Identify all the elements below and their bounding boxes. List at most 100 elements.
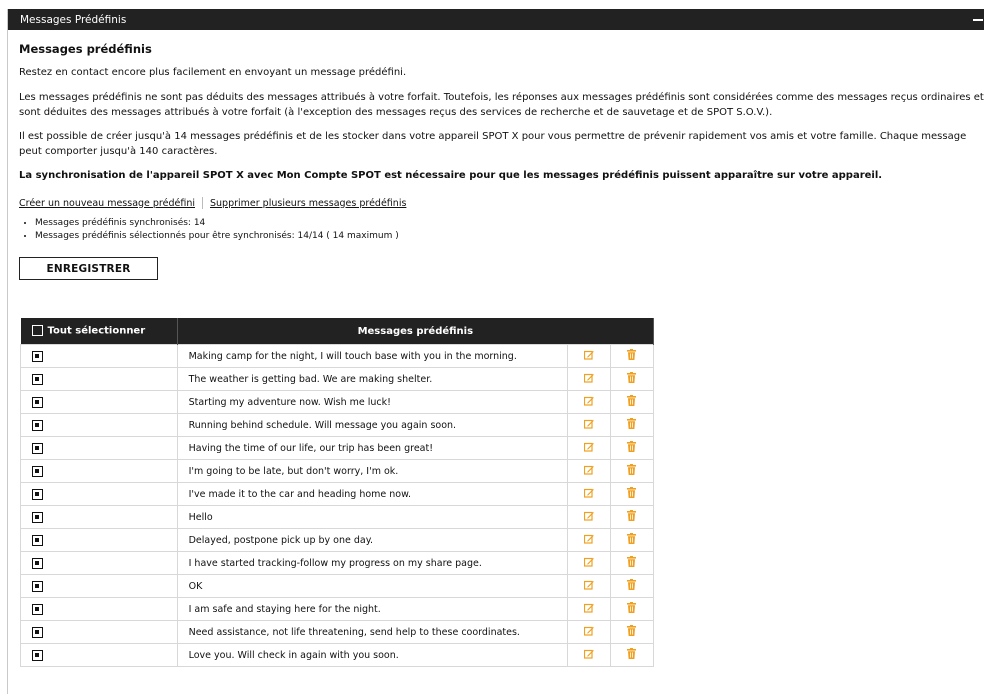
edit-icon[interactable] xyxy=(583,603,594,613)
trash-icon[interactable] xyxy=(627,579,637,590)
row-checkbox[interactable] xyxy=(32,442,43,454)
row-checkbox[interactable] xyxy=(32,373,43,385)
row-checkbox-cell xyxy=(20,344,178,368)
row-checkbox[interactable] xyxy=(32,511,43,523)
edit-cell xyxy=(566,344,611,368)
trash-icon[interactable] xyxy=(627,533,637,544)
messages-column-header: Messages prédéfinis xyxy=(177,318,655,345)
trash-icon[interactable] xyxy=(627,372,637,383)
row-checkbox[interactable] xyxy=(32,534,43,546)
row-checkbox-cell xyxy=(20,482,178,506)
trash-icon[interactable] xyxy=(627,441,637,452)
edit-icon[interactable] xyxy=(583,511,594,521)
row-checkbox[interactable] xyxy=(32,626,43,638)
delete-cell xyxy=(609,482,655,506)
panel-title: Messages Prédéfinis xyxy=(20,13,127,26)
predefined-messages-panel: Messages Prédéfinis Messages prédéfinis … xyxy=(7,9,984,694)
row-checkbox[interactable] xyxy=(32,557,43,569)
row-checkbox-cell xyxy=(20,367,178,391)
message-text: Starting my adventure now. Wish me luck! xyxy=(176,390,568,414)
delete-cell xyxy=(609,620,655,644)
row-checkbox[interactable] xyxy=(32,649,43,661)
delete-multiple-link[interactable]: Supprimer plusieurs messages prédéfinis xyxy=(210,198,406,209)
trash-icon[interactable] xyxy=(627,349,637,360)
trash-icon[interactable] xyxy=(627,556,637,567)
synced-count: Messages prédéfinis synchronisés: 14 xyxy=(35,217,984,230)
table-row: Hello xyxy=(20,505,655,529)
trash-icon[interactable] xyxy=(627,625,637,636)
delete-cell xyxy=(609,505,655,529)
edit-icon[interactable] xyxy=(583,649,594,659)
delete-cell xyxy=(609,344,655,368)
trash-icon[interactable] xyxy=(627,602,637,613)
edit-cell xyxy=(566,482,611,506)
message-text: Delayed, postpone pick up by one day. xyxy=(176,528,568,552)
select-all-header[interactable]: Tout sélectionner xyxy=(20,318,178,345)
table-row: Having the time of our life, our trip ha… xyxy=(20,436,655,460)
trash-icon[interactable] xyxy=(627,648,637,659)
messages-table-body: Making camp for the night, I will touch … xyxy=(20,344,655,667)
edit-icon[interactable] xyxy=(583,534,594,544)
row-checkbox-cell xyxy=(20,436,178,460)
minus-icon[interactable] xyxy=(969,9,984,30)
select-all-checkbox[interactable] xyxy=(31,325,43,337)
messages-table: Tout sélectionner Messages prédéfinis Ma… xyxy=(20,318,655,667)
trash-icon[interactable] xyxy=(627,464,637,475)
message-text: The weather is getting bad. We are makin… xyxy=(176,367,568,391)
message-text: I'm going to be late, but don't worry, I… xyxy=(176,459,568,483)
edit-cell xyxy=(566,367,611,391)
trash-icon[interactable] xyxy=(627,395,637,406)
edit-icon[interactable] xyxy=(583,419,594,429)
edit-icon[interactable] xyxy=(583,442,594,452)
action-links: Créer un nouveau message prédéfini Suppr… xyxy=(19,197,984,209)
trash-icon[interactable] xyxy=(627,510,637,521)
trash-icon[interactable] xyxy=(627,487,637,498)
table-header-row: Tout sélectionner Messages prédéfinis xyxy=(20,318,655,345)
row-checkbox[interactable] xyxy=(32,488,43,500)
edit-icon[interactable] xyxy=(583,350,594,360)
edit-cell xyxy=(566,551,611,575)
edit-icon[interactable] xyxy=(583,396,594,406)
link-divider xyxy=(202,197,203,209)
edit-cell xyxy=(566,643,611,667)
message-text: I am safe and staying here for the night… xyxy=(176,597,568,621)
panel-header[interactable]: Messages Prédéfinis xyxy=(8,9,984,30)
edit-icon[interactable] xyxy=(583,557,594,567)
edit-icon[interactable] xyxy=(583,465,594,475)
table-row: I have started tracking-follow my progre… xyxy=(20,551,655,575)
row-checkbox-cell xyxy=(20,551,178,575)
message-text: Having the time of our life, our trip ha… xyxy=(176,436,568,460)
row-checkbox[interactable] xyxy=(32,350,43,362)
table-row: OK xyxy=(20,574,655,598)
sync-notice: La synchronisation de l'appareil SPOT X … xyxy=(19,169,883,181)
panel-content: Messages prédéfinis Restez en contact en… xyxy=(8,42,984,280)
trash-icon[interactable] xyxy=(627,418,637,429)
edit-cell xyxy=(566,390,611,414)
row-checkbox[interactable] xyxy=(32,419,43,431)
edit-cell xyxy=(566,574,611,598)
delete-cell xyxy=(609,390,655,414)
edit-icon[interactable] xyxy=(583,373,594,383)
row-checkbox[interactable] xyxy=(32,603,43,615)
row-checkbox-cell xyxy=(20,528,178,552)
row-checkbox-cell xyxy=(20,643,178,667)
delete-cell xyxy=(609,367,655,391)
message-text: Making camp for the night, I will touch … xyxy=(176,344,568,368)
delete-cell xyxy=(609,413,655,437)
edit-icon[interactable] xyxy=(583,626,594,636)
table-row: I am safe and staying here for the night… xyxy=(20,597,655,621)
row-checkbox[interactable] xyxy=(32,580,43,592)
edit-cell xyxy=(566,597,611,621)
message-text: OK xyxy=(176,574,568,598)
edit-icon[interactable] xyxy=(583,580,594,590)
delete-cell xyxy=(609,551,655,575)
row-checkbox-cell xyxy=(20,620,178,644)
edit-cell xyxy=(566,620,611,644)
row-checkbox[interactable] xyxy=(32,396,43,408)
row-checkbox[interactable] xyxy=(32,465,43,477)
intro-paragraph: Restez en contact encore plus facilement… xyxy=(19,67,407,78)
edit-cell xyxy=(566,436,611,460)
save-button[interactable]: ENREGISTRER xyxy=(19,257,158,280)
create-message-link[interactable]: Créer un nouveau message prédéfini xyxy=(19,198,195,209)
edit-icon[interactable] xyxy=(583,488,594,498)
